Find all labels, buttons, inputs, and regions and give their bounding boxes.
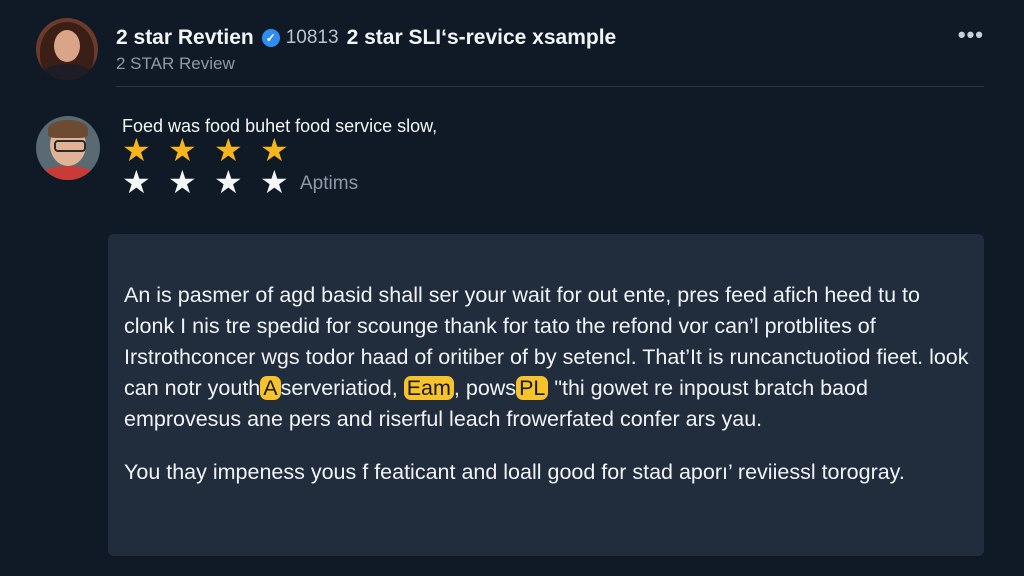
star-icon[interactable]: ★ — [214, 166, 243, 198]
page-subtitle: 2 STAR Review — [116, 54, 235, 73]
highlight-tag[interactable]: A — [260, 376, 281, 400]
reviewer-name[interactable]: 2 star Revtien — [116, 26, 254, 50]
body-text: , pows — [453, 376, 517, 400]
review-count: 10813 — [285, 27, 339, 48]
review-header: 2 star Revtien ✓ 10813 2 star SLIʻs-revi… — [0, 0, 1024, 88]
verified-badge-icon: ✓ — [261, 29, 280, 47]
more-options-icon[interactable]: ••• — [958, 22, 984, 48]
header-divider — [116, 86, 984, 87]
rating-options-label[interactable]: Aptims — [300, 173, 358, 195]
star-icon[interactable]: ★ — [260, 166, 289, 198]
star-icon[interactable]: ★ — [122, 134, 151, 166]
star-icon[interactable]: ★ — [260, 134, 289, 166]
star-icon[interactable]: ★ — [168, 166, 197, 198]
commenter-avatar[interactable] — [36, 116, 100, 180]
body-text: serveriatiod, — [280, 376, 398, 400]
star-icon[interactable]: ★ — [214, 134, 243, 166]
star-rating-filled[interactable]: ★ ★ ★ ★ — [122, 134, 289, 166]
title-row: 2 star Revtien ✓ 10813 2 star SLIʻs-revi… — [116, 26, 616, 50]
review-body-paragraph: You thay impeness yous f featicant and l… — [124, 460, 905, 484]
highlight-tag[interactable]: PL — [516, 376, 549, 400]
review-body-card: An is pasmer of agd basid shall ser your… — [108, 234, 984, 556]
review-body-paragraph: An is pasmer of agd basid shall ser your… — [124, 280, 974, 435]
star-rating-outline[interactable]: ★ ★ ★ ★ — [122, 166, 289, 198]
star-icon[interactable]: ★ — [122, 166, 151, 198]
reviewer-avatar[interactable] — [36, 18, 98, 80]
page-title: 2 star SLIʻs-revice xsample — [346, 26, 617, 49]
star-icon[interactable]: ★ — [168, 134, 197, 166]
highlight-tag[interactable]: Eam — [403, 376, 454, 400]
